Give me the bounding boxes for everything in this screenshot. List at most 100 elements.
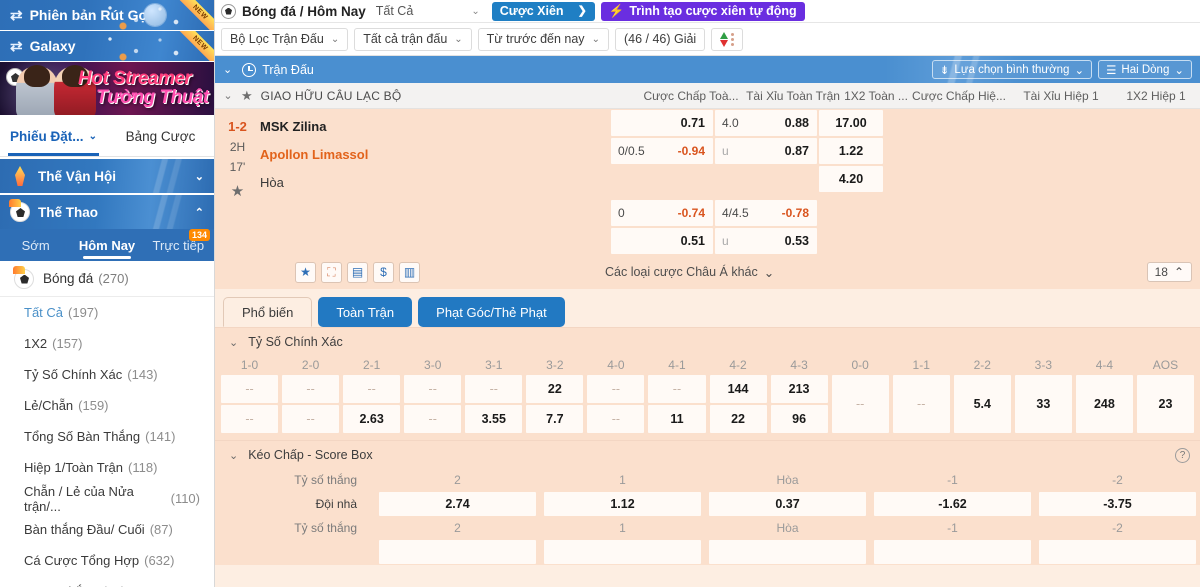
score-box-column-header-row: Tỷ số thắng 2 1 Hòa -1 -2: [215, 469, 1200, 491]
tab-bet-slip[interactable]: Phiếu Đặt... ⌄: [0, 117, 107, 156]
sidebar-sport-football[interactable]: Bóng đá (270): [0, 261, 214, 297]
score-odd-merged[interactable]: 5.4: [953, 375, 1011, 433]
score-box-col-label: Hòa: [776, 473, 799, 487]
sort-arrows-icon[interactable]: [711, 27, 744, 51]
row-mode-button[interactable]: ☰ Hai Dòng ⌄: [1098, 60, 1192, 79]
score-box-odd[interactable]: 0.37: [709, 492, 866, 516]
chevron-down-icon: ⌄: [229, 449, 239, 462]
market-item-total-goals[interactable]: Tổng Số Bàn Thắng (141): [0, 421, 214, 452]
correct-score-header[interactable]: ⌄ Tỷ Số Chính Xác: [215, 328, 1200, 356]
odd-1x2-ft-home[interactable]: 17.00: [819, 110, 883, 136]
odd-handicap-ft-away[interactable]: 0/0.5 -0.94: [611, 138, 713, 164]
market-item-correct-score[interactable]: Tỷ Số Chính Xác (143): [0, 359, 214, 390]
market-item-all[interactable]: Tất Cả (197): [0, 297, 214, 328]
odd-half-handicap-away[interactable]: 0.51: [611, 228, 713, 254]
score-odd-top[interactable]: 213: [770, 375, 828, 403]
odd-1x2-ft-draw[interactable]: 4.20: [819, 166, 883, 192]
odd-1x2-ft-away[interactable]: 1.22: [819, 138, 883, 164]
pitch-icon[interactable]: ⛶: [321, 261, 342, 283]
score-odd-top[interactable]: 144: [709, 375, 767, 403]
chevron-down-icon[interactable]: ⌄: [223, 63, 232, 76]
score-odd-bottom[interactable]: --: [404, 405, 462, 433]
parlay-button[interactable]: Cược Xiên ❯: [491, 1, 595, 21]
score-odd-bottom[interactable]: --: [587, 405, 645, 433]
tab-corners-cards[interactable]: Phạt Góc/Thẻ Phạt: [418, 297, 565, 327]
odd-ou-ft-under[interactable]: u 0.87: [715, 138, 817, 164]
score-odd-top[interactable]: --: [404, 375, 462, 403]
score-odd-merged[interactable]: 248: [1075, 375, 1133, 433]
filter-time-range[interactable]: Từ trước đến nay ⌄: [477, 27, 609, 51]
score-odd-bottom[interactable]: 22: [709, 405, 767, 433]
subtab-today[interactable]: Hôm Nay: [71, 229, 142, 261]
star-icon[interactable]: ★: [241, 88, 253, 104]
correct-score-column: 4-1 -- 11: [646, 356, 707, 434]
score-odd-merged[interactable]: 23: [1136, 375, 1194, 433]
score-odd-bottom[interactable]: 2.63: [343, 405, 401, 433]
tab-popular[interactable]: Phổ biến: [223, 297, 313, 327]
odd-half-handicap-home[interactable]: 0 -0.74: [611, 200, 713, 226]
score-box-odd[interactable]: [874, 540, 1031, 564]
score-box-odd[interactable]: [544, 540, 701, 564]
favorite-star-icon[interactable]: ★: [215, 182, 260, 200]
score-odd-bottom[interactable]: 11: [648, 405, 706, 433]
subtab-live[interactable]: Trực tiếp 134: [143, 229, 214, 261]
score-odd-bottom[interactable]: 96: [770, 405, 828, 433]
market-item-outright[interactable]: Cược Thắng (73): [0, 576, 214, 587]
auto-parlay-button[interactable]: ⚡ Trình tạo cược xiên tự động: [600, 1, 805, 21]
odd-half-ou-over[interactable]: 4/4.5 -0.78: [715, 200, 817, 226]
market-item-1x2[interactable]: 1X2 (157): [0, 328, 214, 359]
market-item-first-last-goal[interactable]: Bàn thắng Đầu/ Cuối (87): [0, 514, 214, 545]
score-box-odd[interactable]: [379, 540, 536, 564]
market-item-ht-ft[interactable]: Hiệp 1/Toàn Trận (118): [0, 452, 214, 483]
promo-banner-lite-version[interactable]: ⇄ Phiên bản Rút Gọn: [0, 0, 214, 31]
score-box-header[interactable]: ⌄ Kéo Chấp - Score Box ?: [215, 441, 1200, 469]
chart-icon[interactable]: ▥: [399, 261, 420, 283]
market-item-mix-parlay[interactable]: Cá Cược Tổng Hợp (632): [0, 545, 214, 576]
score-odd-top[interactable]: --: [282, 375, 340, 403]
score-odd-top[interactable]: --: [343, 375, 401, 403]
odd-half-ou-under[interactable]: u 0.53: [715, 228, 817, 254]
score-odd-bottom[interactable]: --: [221, 405, 279, 433]
filter-all-matches[interactable]: Tất cả trận đấu ⌄: [354, 27, 472, 51]
score-odd-bottom[interactable]: 3.55: [465, 405, 523, 433]
list-icon[interactable]: ▤: [347, 261, 368, 283]
score-odd-bottom[interactable]: 7.7: [526, 405, 584, 433]
more-asian-markets-button[interactable]: Các loại cược Châu Á khác ⌄: [605, 265, 774, 280]
score-box-odd[interactable]: 1.12: [544, 492, 701, 516]
star-icon[interactable]: ★: [295, 261, 316, 283]
sidebar-category-sports[interactable]: Thế Thao ⌃: [0, 195, 214, 229]
market-count: (118): [128, 460, 158, 475]
score-odd-top[interactable]: --: [221, 375, 279, 403]
score-box-odd[interactable]: [709, 540, 866, 564]
score-box-odd[interactable]: [1039, 540, 1196, 564]
filter-match-filter[interactable]: Bộ Lọc Trận Đấu ⌄: [221, 27, 349, 51]
odd-ou-ft-over[interactable]: 4.0 0.88: [715, 110, 817, 136]
tab-full-match[interactable]: Toàn Trận: [318, 297, 413, 327]
promo-banner-galaxy[interactable]: ⇄ Galaxy: [0, 31, 214, 62]
score-odd-merged[interactable]: 33: [1014, 375, 1072, 433]
score-box-odd[interactable]: -3.75: [1039, 492, 1196, 516]
score-odd-top[interactable]: --: [465, 375, 523, 403]
market-item-odd-even[interactable]: Lẻ/Chẵn (159): [0, 390, 214, 421]
sidebar-category-olympics[interactable]: Thế Vận Hội ⌄: [0, 159, 214, 193]
odd-handicap-ft-home[interactable]: 0.71: [611, 110, 713, 136]
market-item-half-odd-even[interactable]: Chẵn / Lẻ của Nửa trận/... (110): [0, 483, 214, 514]
subtab-early[interactable]: Sớm: [0, 229, 71, 261]
score-box-odd[interactable]: -1.62: [874, 492, 1031, 516]
score-odd-top[interactable]: --: [648, 375, 706, 403]
hot-streamer-banner[interactable]: Hot Streamer Tường Thuật: [0, 62, 214, 117]
score-odd-merged[interactable]: --: [831, 375, 889, 433]
odds-pager[interactable]: 18 ⌃: [1146, 262, 1192, 282]
question-circle-icon[interactable]: ?: [1175, 447, 1190, 463]
leagues-count-pill[interactable]: (46 / 46) Giải: [614, 27, 706, 51]
dollar-icon[interactable]: $: [373, 261, 394, 283]
league-select[interactable]: Tất Cả ⌄: [376, 4, 486, 18]
score-odd-top[interactable]: --: [587, 375, 645, 403]
chevron-up-icon: ⌃: [194, 206, 204, 219]
chevron-down-icon[interactable]: ⌄: [215, 89, 241, 102]
score-odd-top[interactable]: 22: [526, 375, 584, 403]
score-odd-merged[interactable]: --: [892, 375, 950, 433]
score-box-odd[interactable]: 2.74: [379, 492, 536, 516]
score-odd-bottom[interactable]: --: [282, 405, 340, 433]
tab-bet-board[interactable]: Bảng Cược: [107, 117, 214, 156]
